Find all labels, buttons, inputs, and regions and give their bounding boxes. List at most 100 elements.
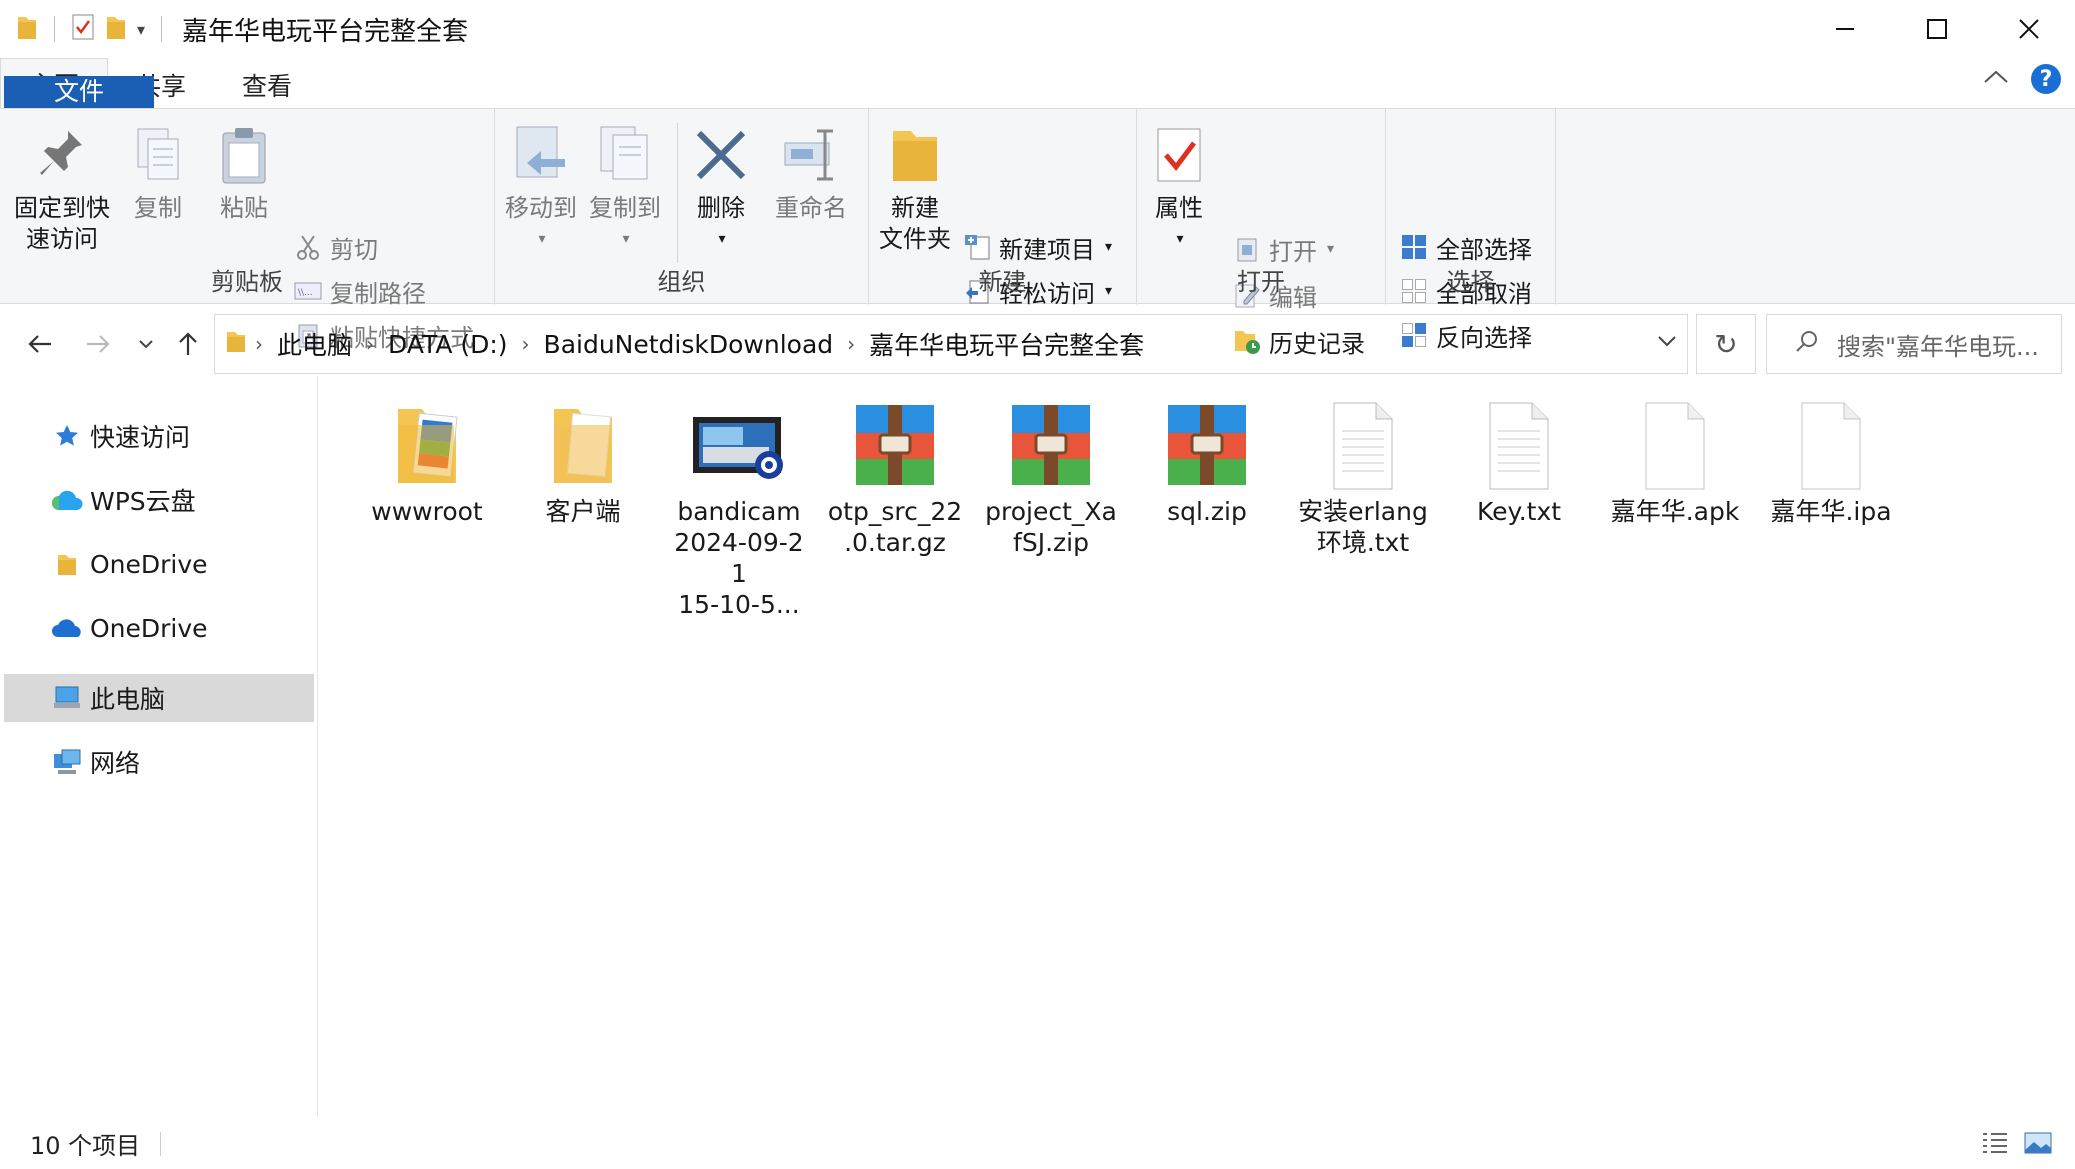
file-name: 客户端 xyxy=(545,497,621,526)
file-name-line: .0.tar.gz xyxy=(844,528,946,557)
close-button[interactable] xyxy=(1983,0,2075,58)
archive-icon xyxy=(847,398,943,494)
new-folder-icon[interactable] xyxy=(105,13,127,45)
nav-network[interactable]: 网络 xyxy=(4,738,314,786)
file-item-ipa[interactable]: 嘉年华.ipa xyxy=(1756,398,1906,527)
new-item-icon xyxy=(963,233,991,261)
nav-this-pc[interactable]: 此电脑 xyxy=(4,674,314,722)
folder-icon xyxy=(225,328,247,360)
new-group: 新建 文件夹 新建项目 ▾ 轻松访问 ▾ 新建 xyxy=(869,109,1137,308)
file-item-client[interactable]: 客户端 xyxy=(508,398,658,527)
file-name-line: 15-10-5... xyxy=(678,590,800,619)
minimize-button[interactable] xyxy=(1799,0,1891,58)
file-item-sql-zip[interactable]: sql.zip xyxy=(1132,398,1282,527)
paste-button[interactable]: 粘贴 xyxy=(214,123,274,224)
file-item-otp-src[interactable]: otp_src_22 .0.tar.gz xyxy=(820,398,970,558)
window-title: 嘉年华电玩平台完整全套 xyxy=(182,16,469,47)
properties-check-icon[interactable] xyxy=(71,13,95,45)
file-item-project-zip[interactable]: project_Xa fSJ.zip xyxy=(976,398,1126,558)
open-group: 属性 ▾ 打开 ▾ 编辑 历史记录 打开 xyxy=(1137,109,1386,358)
select-all-button[interactable]: 全部选择 xyxy=(1400,227,1532,267)
select-group-label: 选择 xyxy=(1446,268,1495,296)
file-name: 嘉年华.ipa xyxy=(1770,497,1892,526)
archive-icon xyxy=(1159,398,1255,494)
blank-file-icon xyxy=(1783,398,1879,494)
paste-icon xyxy=(214,123,274,187)
rename-button[interactable]: 重命名 xyxy=(775,123,847,224)
chevron-down-icon xyxy=(139,340,153,349)
nav-onedrive-folder[interactable]: OneDrive xyxy=(4,540,314,588)
recent-locations-button[interactable] xyxy=(128,326,164,362)
minimize-icon xyxy=(1836,28,1854,30)
search-placeholder: 搜索"嘉年华电玩... xyxy=(1837,332,2039,361)
address-bar[interactable]: › 此电脑 › DATA (D:) › BaiduNetdiskDownload… xyxy=(214,314,1688,374)
properties-button[interactable]: 属性 ▾ xyxy=(1149,123,1209,255)
file-name: 嘉年华.apk xyxy=(1610,497,1740,526)
search-box[interactable]: 搜索"嘉年华电玩... xyxy=(1766,314,2062,374)
navigation-bar: › 此电脑 › DATA (D:) › BaiduNetdiskDownload… xyxy=(0,314,2075,374)
text-file-icon xyxy=(1315,398,1411,494)
pin-icon xyxy=(32,123,92,187)
copy-to-icon xyxy=(595,123,655,187)
maximize-icon xyxy=(1927,19,1947,39)
status-bar: 10 个项目 xyxy=(0,1118,2075,1169)
nav-onedrive[interactable]: OneDrive xyxy=(4,604,314,652)
help-icon[interactable]: ? xyxy=(2031,64,2061,94)
tab-view[interactable]: 查看 xyxy=(214,62,320,108)
close-icon xyxy=(2019,19,2039,39)
refresh-button[interactable]: ↻ xyxy=(1696,314,1756,374)
move-to-button[interactable]: 移动到 ▾ xyxy=(505,123,577,255)
file-name-line: bandicam xyxy=(677,497,801,526)
up-button[interactable] xyxy=(170,326,206,362)
clipboard-group-label: 剪贴板 xyxy=(211,268,283,296)
open-icon xyxy=(1233,235,1261,263)
title-bar: ▾ 嘉年华电玩平台完整全套 xyxy=(0,0,2075,58)
file-list-view: wwwroot 客户端 bandicam 2024-09-2 1 15-10-5… xyxy=(320,380,2075,1110)
customize-dropdown-icon[interactable]: ▾ xyxy=(137,20,145,39)
nav-quick-access[interactable]: 快速访问 xyxy=(4,412,314,460)
breadcrumb-current[interactable]: 嘉年华电玩平台完整全套 xyxy=(869,326,1144,362)
file-item-bandicam[interactable]: bandicam 2024-09-2 1 15-10-5... xyxy=(664,398,814,620)
archive-icon xyxy=(1003,398,1099,494)
back-button[interactable] xyxy=(22,326,58,362)
folder-icon xyxy=(50,547,84,581)
ribbon-tabs: 文件 主页 共享 查看 ? xyxy=(0,58,2075,122)
folder-icon xyxy=(535,398,631,494)
file-item-wwwroot[interactable]: wwwroot xyxy=(352,398,502,527)
new-folder-button[interactable]: 新建 文件夹 xyxy=(879,123,951,255)
file-name: Key.txt xyxy=(1476,497,1562,526)
file-item-apk[interactable]: 嘉年华.apk xyxy=(1600,398,1750,527)
computer-icon xyxy=(50,681,84,715)
address-dropdown-icon[interactable] xyxy=(1657,329,1677,353)
copy-to-button[interactable]: 复制到 ▾ xyxy=(589,123,661,255)
maximize-button[interactable] xyxy=(1891,0,1983,58)
new-group-label: 新建 xyxy=(978,268,1027,296)
cloud-icon xyxy=(50,483,84,517)
copy-button[interactable]: 复制 xyxy=(128,123,188,224)
forward-button[interactable] xyxy=(80,326,116,362)
details-view-icon[interactable] xyxy=(1981,1130,2009,1162)
delete-button[interactable]: 删除 ▾ xyxy=(691,123,751,255)
delete-x-icon xyxy=(691,123,751,187)
cut-button[interactable]: 剪切 xyxy=(294,227,378,267)
select-group: 全部选择 全部取消 反向选择 选择 xyxy=(1386,109,1556,352)
scissors-icon xyxy=(294,233,322,261)
ribbon: 固定到快 速访问 复制 粘贴 剪切 \\... 复制路径 粘贴快捷方式 剪贴板 … xyxy=(0,108,2075,358)
organize-group-label: 组织 xyxy=(657,268,706,296)
breadcrumb-download[interactable]: BaiduNetdiskDownload xyxy=(544,330,834,359)
large-icons-view-icon[interactable] xyxy=(2023,1130,2053,1162)
nav-wps-cloud[interactable]: WPS云盘 xyxy=(4,476,314,524)
breadcrumb-drive[interactable]: DATA (D:) xyxy=(388,330,508,359)
file-item-key-txt[interactable]: Key.txt xyxy=(1444,398,1594,527)
collapse-ribbon-icon[interactable] xyxy=(1983,68,2009,90)
pin-to-quick-access-button[interactable]: 固定到快 速访问 xyxy=(14,123,110,255)
file-name-line: 2024-09-2 xyxy=(674,528,804,557)
onedrive-cloud-icon xyxy=(50,611,84,645)
file-item-erlang-txt[interactable]: 安装erlang 环境.txt xyxy=(1288,398,1438,558)
folder-icon xyxy=(16,13,38,45)
breadcrumb-this-pc[interactable]: 此电脑 xyxy=(277,326,352,362)
move-to-icon xyxy=(511,123,571,187)
new-item-button[interactable]: 新建项目 ▾ xyxy=(963,227,1112,267)
item-count: 10 个项目 xyxy=(30,1132,141,1160)
network-icon xyxy=(50,745,84,779)
